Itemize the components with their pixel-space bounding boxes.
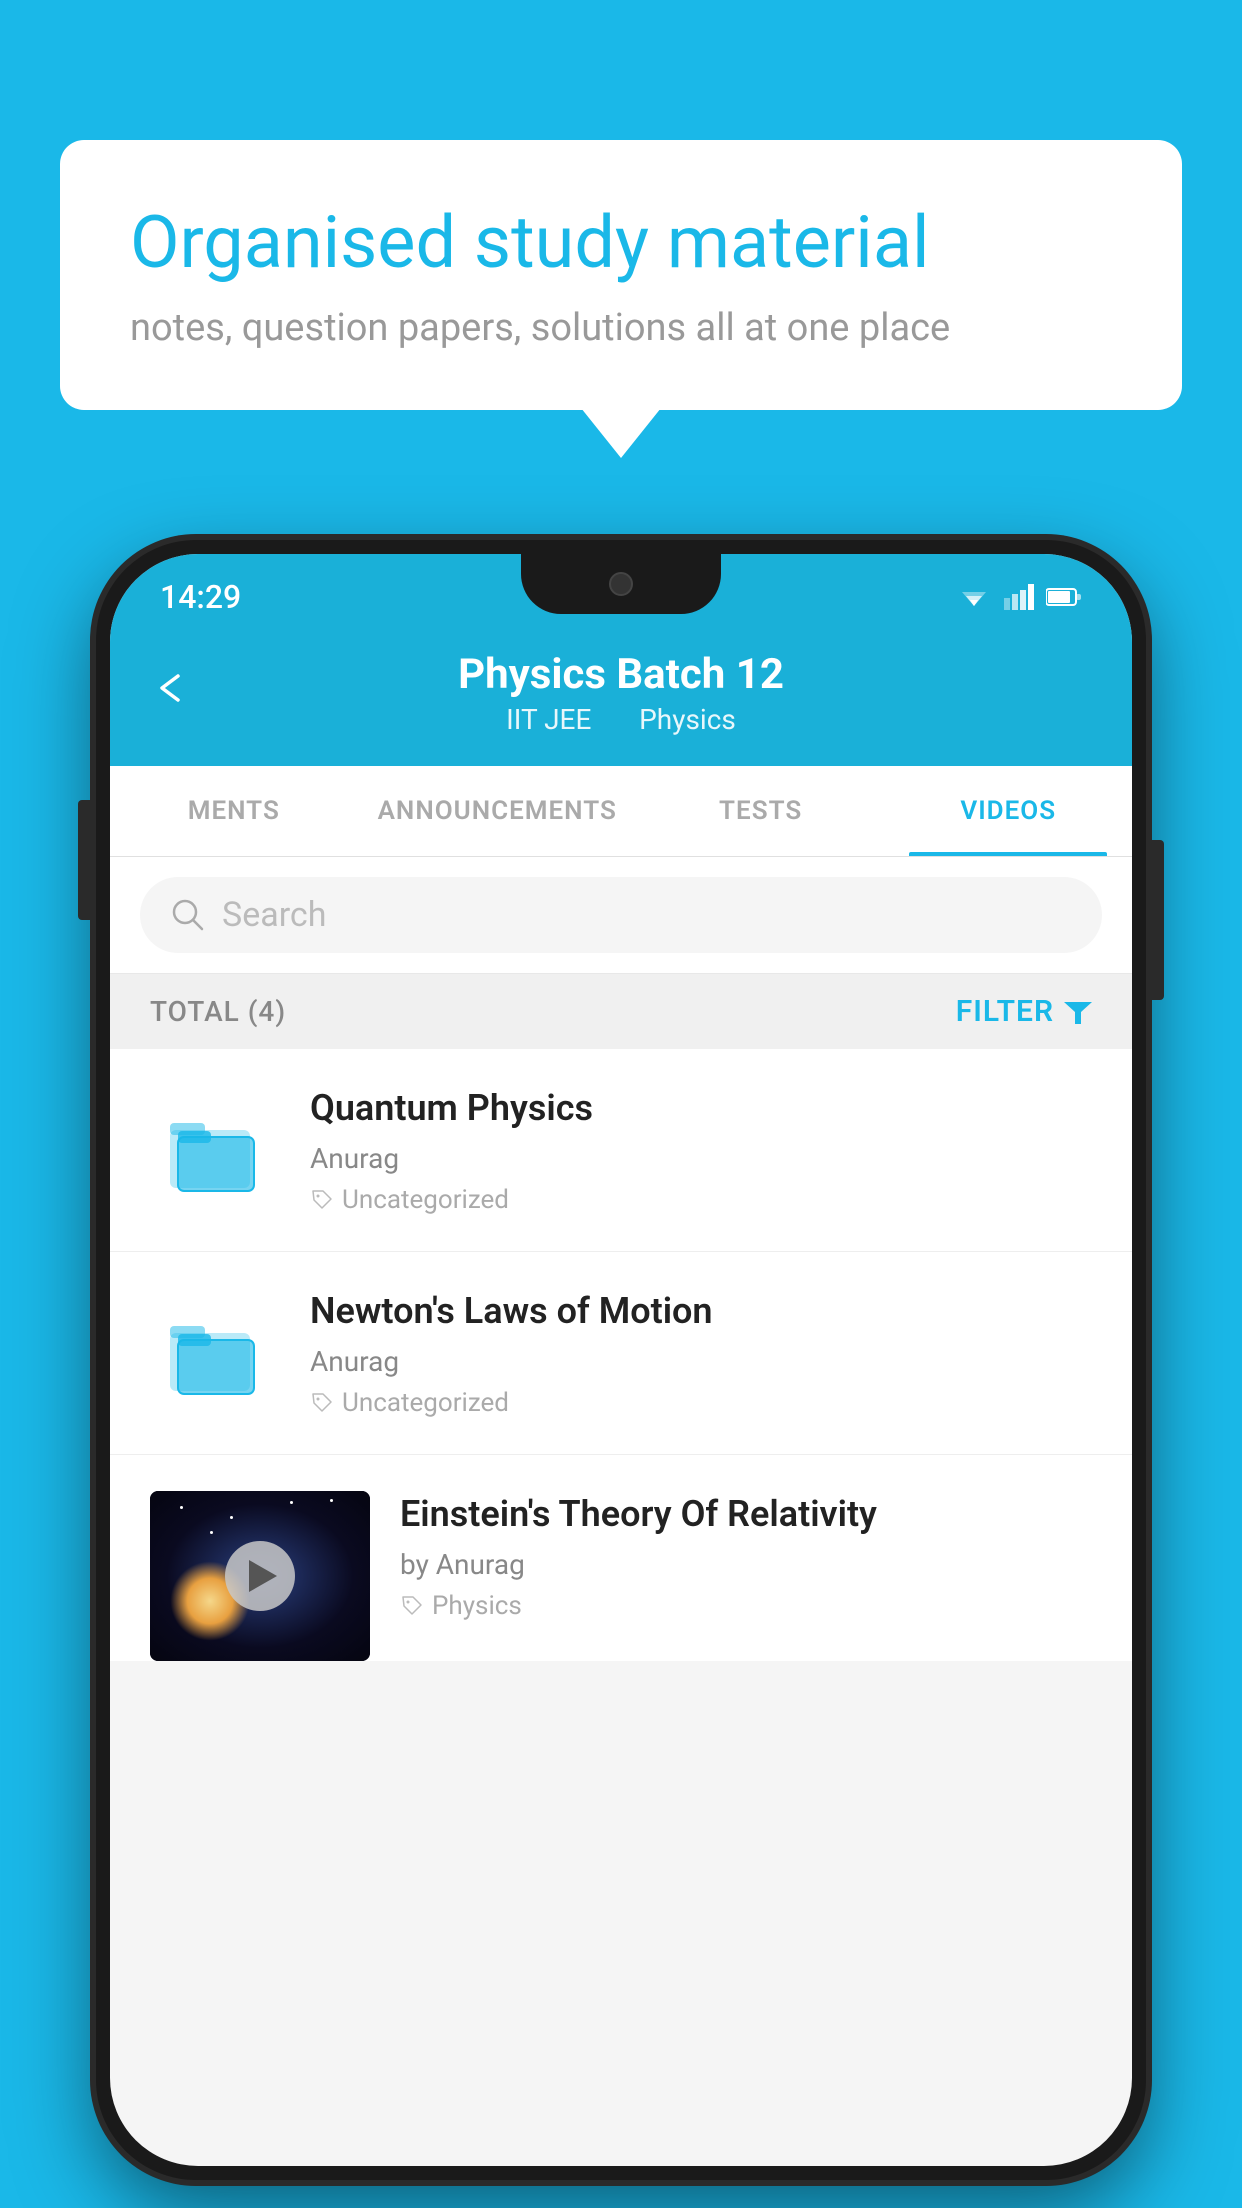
tab-ments[interactable]: MENTS <box>110 766 358 856</box>
list-item[interactable]: Einstein's Theory Of Relativity by Anura… <box>110 1455 1132 1661</box>
star-decoration <box>210 1531 213 1534</box>
star-decoration <box>330 1499 333 1502</box>
tag-icon <box>310 1188 334 1212</box>
search-placeholder: Search <box>222 895 326 935</box>
app-header: Physics Batch 12 IIT JEE Physics <box>110 630 1132 766</box>
item-author: Anurag <box>310 1142 1092 1175</box>
search-icon <box>170 897 206 933</box>
item-title: Newton's Laws of Motion <box>310 1288 1092 1335</box>
item-thumbnail <box>150 1288 280 1418</box>
item-author: by Anurag <box>400 1548 1092 1581</box>
video-thumbnail <box>150 1491 370 1661</box>
header-title-group: Physics Batch 12 IIT JEE Physics <box>458 650 784 736</box>
phone-mockup: 14:29 <box>96 540 1146 2180</box>
speech-bubble-card: Organised study material notes, question… <box>60 140 1182 410</box>
header-subtitle: IIT JEE Physics <box>458 703 784 736</box>
header-title: Physics Batch 12 <box>458 650 784 699</box>
item-tag: Uncategorized <box>310 1185 1092 1215</box>
filter-bar: TOTAL (4) FILTER <box>110 974 1132 1049</box>
item-thumbnail <box>150 1085 280 1215</box>
star-decoration <box>180 1506 183 1509</box>
item-title: Quantum Physics <box>310 1085 1092 1132</box>
filter-label: FILTER <box>956 994 1054 1029</box>
video-list: Quantum Physics Anurag Uncategorized <box>110 1049 1132 1661</box>
bubble-title: Organised study material <box>130 200 1112 286</box>
header-subtitle-part1: IIT JEE <box>506 703 591 736</box>
list-item[interactable]: Quantum Physics Anurag Uncategorized <box>110 1049 1132 1252</box>
item-info: Quantum Physics Anurag Uncategorized <box>310 1085 1092 1215</box>
item-tag-text: Uncategorized <box>342 1185 509 1215</box>
bubble-subtitle: notes, question papers, solutions all at… <box>130 306 1112 350</box>
search-input-wrapper[interactable]: Search <box>140 877 1102 953</box>
tab-tests[interactable]: TESTS <box>637 766 885 856</box>
filter-icon <box>1064 998 1092 1026</box>
phone-outer-frame: 14:29 <box>96 540 1146 2180</box>
item-title: Einstein's Theory Of Relativity <box>400 1491 1092 1538</box>
total-count: TOTAL (4) <box>150 995 286 1028</box>
search-container: Search <box>110 857 1132 974</box>
item-tag-text: Physics <box>432 1591 522 1621</box>
tag-icon <box>400 1594 424 1618</box>
tabs-bar: MENTS ANNOUNCEMENTS TESTS VIDEOS <box>110 766 1132 857</box>
tag-icon <box>310 1391 334 1415</box>
list-item[interactable]: Newton's Laws of Motion Anurag Uncategor… <box>110 1252 1132 1455</box>
item-info: Einstein's Theory Of Relativity by Anura… <box>400 1491 1092 1621</box>
folder-icon <box>160 1095 270 1205</box>
item-info: Newton's Laws of Motion Anurag Uncategor… <box>310 1288 1092 1418</box>
tab-announcements[interactable]: ANNOUNCEMENTS <box>358 766 637 856</box>
status-time: 14:29 <box>160 578 241 616</box>
item-tag: Uncategorized <box>310 1388 1092 1418</box>
header-subtitle-part2: Physics <box>639 703 736 736</box>
phone-notch <box>521 554 721 614</box>
star-decoration <box>290 1501 293 1504</box>
item-tag-text: Uncategorized <box>342 1388 509 1418</box>
status-icons <box>956 584 1082 610</box>
item-tag: Physics <box>400 1591 1092 1621</box>
wifi-icon <box>956 584 992 610</box>
play-triangle-icon <box>249 1560 277 1592</box>
star-decoration <box>230 1516 233 1519</box>
phone-screen: 14:29 <box>110 554 1132 2166</box>
signal-icon <box>1004 584 1034 610</box>
tab-videos[interactable]: VIDEOS <box>884 766 1132 856</box>
speech-bubble-section: Organised study material notes, question… <box>60 140 1182 410</box>
play-button[interactable] <box>225 1541 295 1611</box>
battery-icon <box>1046 587 1082 607</box>
back-button[interactable] <box>150 667 190 719</box>
item-author: Anurag <box>310 1345 1092 1378</box>
folder-icon <box>160 1298 270 1408</box>
camera-dot <box>609 572 633 596</box>
filter-button[interactable]: FILTER <box>956 994 1092 1029</box>
